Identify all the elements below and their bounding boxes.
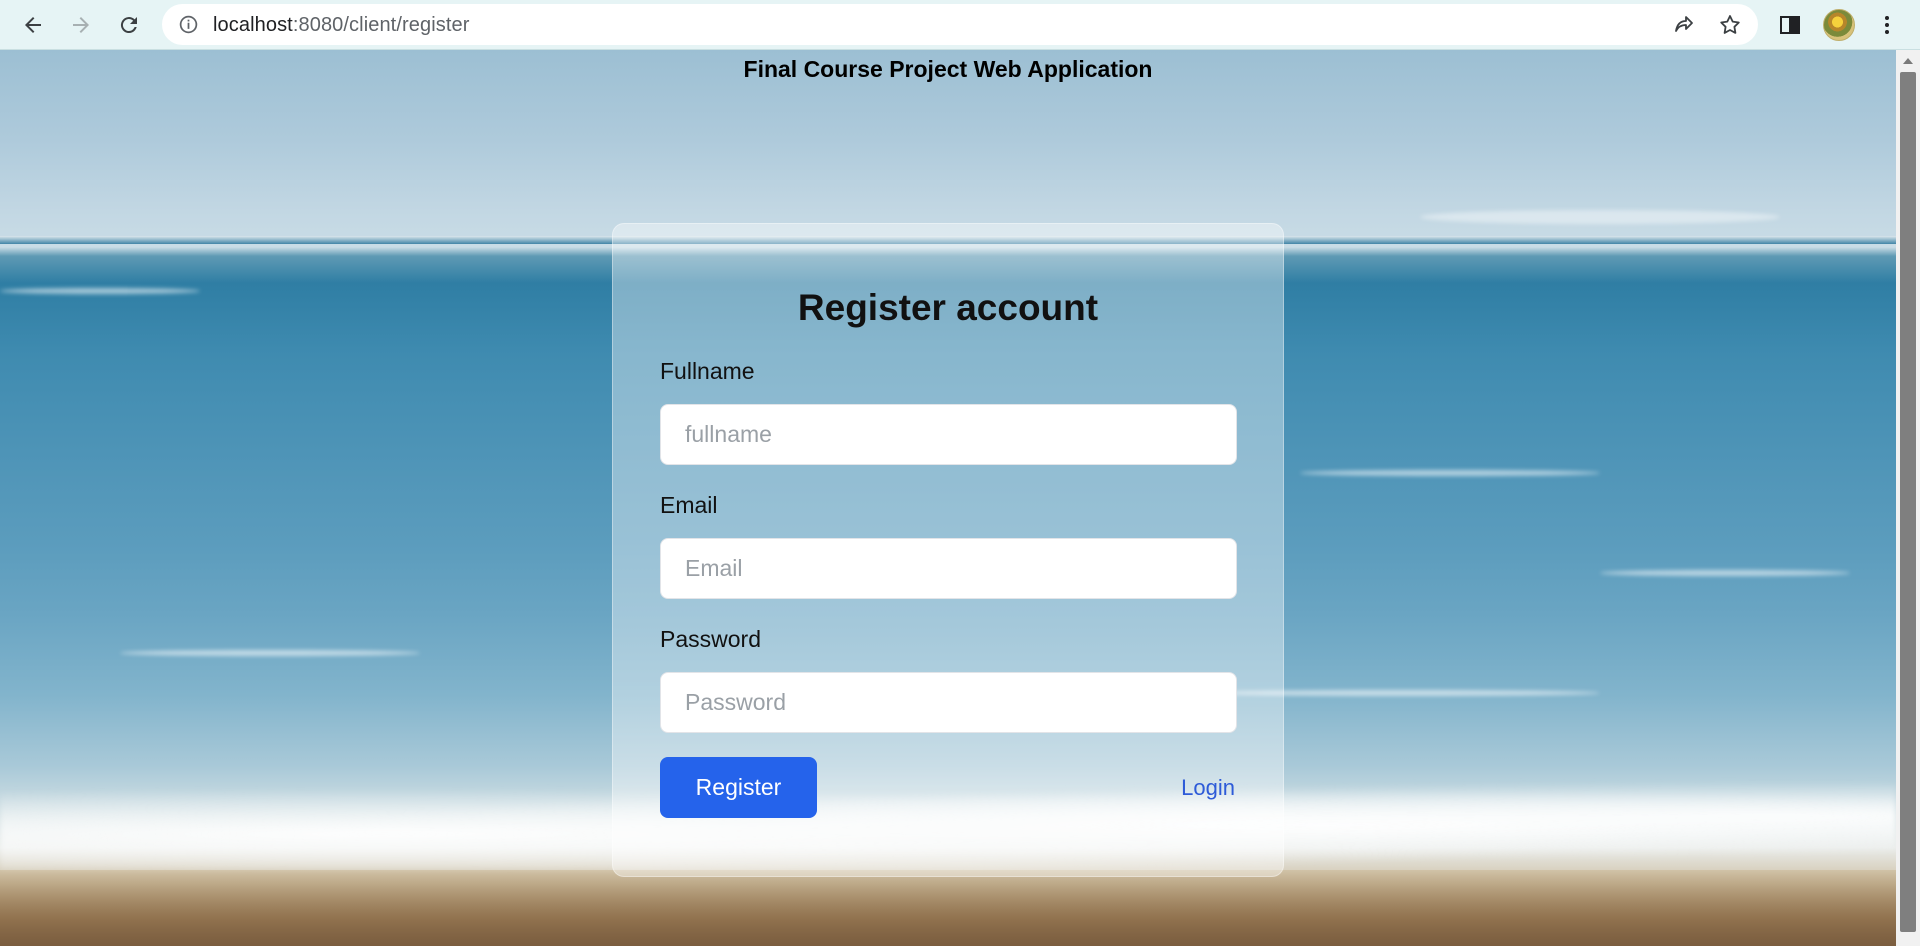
back-button[interactable] xyxy=(13,5,53,45)
form-heading: Register account xyxy=(797,287,1099,328)
arrow-right-icon xyxy=(73,17,89,33)
password-label: Password xyxy=(660,626,761,652)
page-viewport: Final Course Project Web Application Reg… xyxy=(0,50,1896,946)
page-scrollbar[interactable] xyxy=(1896,50,1920,946)
url-path: :8080/client/register xyxy=(292,14,470,36)
side-panel-button[interactable] xyxy=(1770,5,1810,45)
page-title: Final Course Project Web Application xyxy=(743,56,1153,82)
browser-toolbar: localhost:8080/client/register xyxy=(0,0,1920,50)
wave xyxy=(0,288,200,294)
info-icon[interactable] xyxy=(178,14,199,35)
scrollbar-thumb[interactable] xyxy=(1900,72,1916,932)
address-bar[interactable]: localhost:8080/client/register xyxy=(162,4,1758,45)
fullname-input[interactable] xyxy=(660,404,1237,465)
register-card: Register account Fullname Email Password… xyxy=(612,223,1284,877)
avatar[interactable] xyxy=(1823,9,1855,41)
share-icon[interactable] xyxy=(1672,13,1696,37)
wave xyxy=(1600,570,1850,576)
cloud xyxy=(1420,210,1780,224)
email-label: Email xyxy=(660,492,718,518)
wave xyxy=(1300,470,1600,476)
arrow-left-icon xyxy=(25,17,41,33)
browser-menu-button[interactable] xyxy=(1867,5,1907,45)
register-button[interactable]: Register xyxy=(660,757,817,818)
url-text: localhost:8080/client/register xyxy=(213,14,470,37)
beach-rocks xyxy=(0,870,1896,946)
forward-button[interactable] xyxy=(61,5,101,45)
login-link[interactable]: Login xyxy=(1181,775,1235,801)
wave xyxy=(120,650,420,656)
reload-icon xyxy=(120,17,137,34)
star-icon[interactable] xyxy=(1718,13,1742,37)
reload-button[interactable] xyxy=(109,5,149,45)
email-input[interactable] xyxy=(660,538,1237,599)
fullname-label: Fullname xyxy=(660,358,755,384)
scroll-up-arrow[interactable] xyxy=(1903,58,1913,64)
password-input[interactable] xyxy=(660,672,1237,733)
more-vert-icon xyxy=(1885,16,1889,34)
side-panel-icon xyxy=(1780,16,1800,34)
url-host: localhost xyxy=(213,14,293,36)
